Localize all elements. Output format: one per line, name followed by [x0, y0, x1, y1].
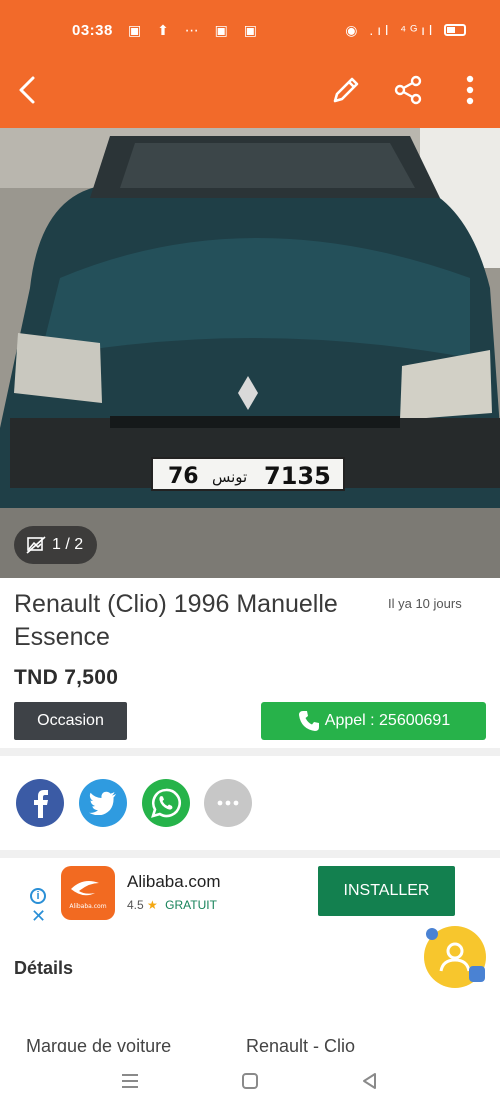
whatsapp-icon: [151, 788, 181, 818]
ad-price-label: GRATUIT: [165, 898, 217, 912]
signal-icons: ◉ .ıl ⁴ᴳıl: [345, 22, 437, 38]
listing-price: TND 7,500: [14, 666, 119, 689]
back-button[interactable]: [6, 68, 50, 112]
listing-title: Renault (Clio) 1996 Manuelle Essence: [14, 590, 338, 651]
pencil-icon: [333, 77, 359, 103]
app-header: 03:38 ▣ ⬆ ⋯ ▣ ▣ ◉ .ıl ⁴ᴳıl: [0, 0, 500, 128]
photo-counter: 1 / 2: [14, 526, 98, 564]
share-twitter-button[interactable]: [79, 779, 127, 827]
phone-icon: [298, 711, 319, 731]
alibaba-logo: Alibaba.com: [61, 866, 115, 920]
share-whatsapp-button[interactable]: [142, 779, 190, 827]
back-triangle-icon: [363, 1073, 376, 1089]
svg-text:76: 76: [168, 464, 199, 489]
ad-rating-value: 4.5: [127, 898, 144, 912]
chat-badge-icon: [469, 966, 485, 982]
menu-icon: [122, 1074, 138, 1088]
gallery-icon: [26, 536, 46, 554]
share-more-button[interactable]: [204, 779, 252, 827]
chevron-left-icon: [19, 76, 35, 104]
more-vertical-icon: [466, 75, 474, 105]
nav-back-button[interactable]: [352, 1066, 388, 1096]
section-divider: [0, 850, 500, 858]
twitter-icon: [89, 791, 116, 815]
ad-app-name: Alibaba.com: [127, 872, 221, 891]
photo-counter-text: 1 / 2: [52, 536, 84, 553]
share-facebook-button[interactable]: [16, 779, 64, 827]
nav-home-button[interactable]: [232, 1066, 268, 1096]
car-photo: 76 تونس 7135: [0, 128, 500, 578]
call-button-label: Appel : 25600691: [324, 712, 451, 729]
notification-icons: ▣ ⬆ ⋯ ▣ ▣: [128, 22, 263, 38]
status-time: 03:38: [72, 22, 113, 39]
battery-icon: [444, 24, 466, 36]
ad-info-icon[interactable]: i: [30, 888, 46, 904]
ad-close-icon[interactable]: ✕: [31, 906, 46, 927]
listing-photo[interactable]: 76 تونس 7135 1 / 2: [0, 128, 500, 578]
svg-text:تونس: تونس: [212, 468, 247, 486]
star-icon: ★: [147, 898, 158, 912]
svg-text:Alibaba.com: Alibaba.com: [69, 903, 106, 910]
posted-date: Il ya 10 jours: [388, 596, 462, 611]
condition-badge: Occasion: [14, 702, 127, 740]
facebook-icon: [34, 790, 48, 818]
share-icon: [394, 75, 422, 105]
ad-rating: 4.5 ★ GRATUIT: [127, 898, 217, 912]
system-status-icons: ◉ .ıl ⁴ᴳıl: [345, 22, 466, 39]
system-nav-bar: [0, 1052, 500, 1111]
more-horizontal-icon: [217, 800, 239, 806]
status-bar: 03:38 ▣ ⬆ ⋯ ▣ ▣ ◉ .ıl ⁴ᴳıl: [0, 18, 500, 46]
home-square-icon: [242, 1073, 258, 1089]
nav-recents-button[interactable]: [112, 1066, 148, 1096]
edit-button[interactable]: [324, 68, 368, 112]
more-options-button[interactable]: [448, 68, 492, 112]
call-button[interactable]: Appel : 25600691: [261, 702, 486, 740]
alibaba-logo-icon: Alibaba.com: [69, 881, 107, 910]
details-heading: Détails: [14, 958, 74, 978]
chat-notification-dot: [426, 928, 438, 940]
ad-install-button[interactable]: INSTALLER: [318, 866, 455, 916]
share-button[interactable]: [386, 68, 430, 112]
section-divider: [0, 748, 500, 756]
svg-text:7135: 7135: [264, 462, 331, 490]
ad-banner[interactable]: i ✕ Alibaba.com Alibaba.com 4.5 ★ GRATUI…: [0, 858, 500, 938]
